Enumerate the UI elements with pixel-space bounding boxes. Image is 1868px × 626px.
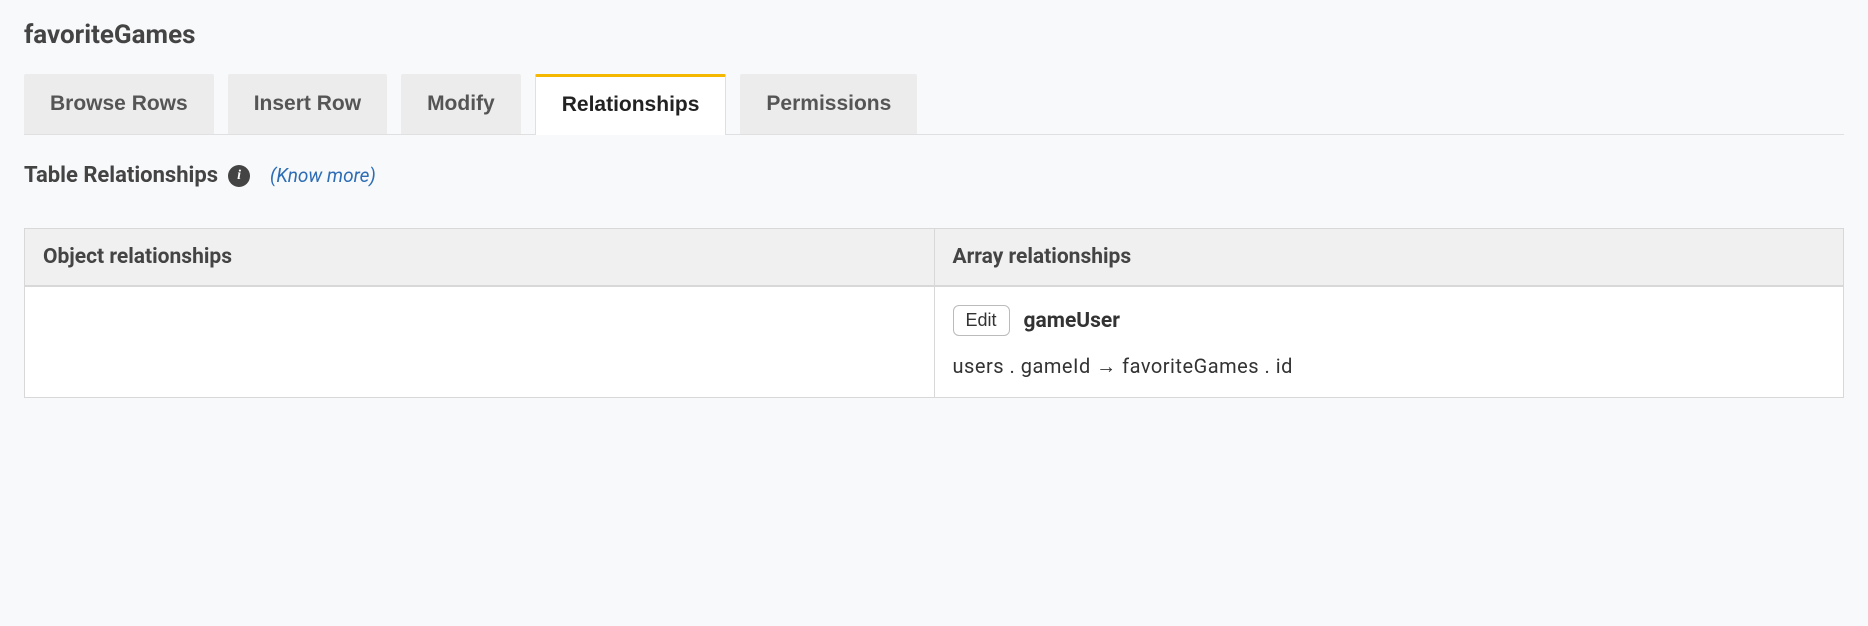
page-title: favoriteGames bbox=[24, 20, 1844, 50]
table-row: Edit gameUser users . gameId → favoriteG… bbox=[25, 286, 1844, 398]
relationship-mapping: users . gameId → favoriteGames . id bbox=[953, 354, 1826, 379]
array-relationships-cell: Edit gameUser users . gameId → favoriteG… bbox=[934, 286, 1844, 398]
tab-browse-rows[interactable]: Browse Rows bbox=[24, 74, 214, 134]
section-header: Table Relationships i (Know more) bbox=[24, 163, 1844, 188]
section-title: Table Relationships bbox=[24, 163, 218, 188]
relationship-name: gameUser bbox=[1024, 309, 1120, 333]
tab-relationships[interactable]: Relationships bbox=[535, 74, 727, 135]
tab-modify[interactable]: Modify bbox=[401, 74, 521, 134]
info-icon[interactable]: i bbox=[228, 165, 250, 187]
tab-permissions[interactable]: Permissions bbox=[740, 74, 917, 134]
object-relationships-cell bbox=[25, 286, 935, 398]
relationships-table: Object relationships Array relationships… bbox=[24, 228, 1844, 398]
column-object-relationships: Object relationships bbox=[25, 229, 935, 287]
edit-button[interactable]: Edit bbox=[953, 305, 1010, 336]
tabs: Browse Rows Insert Row Modify Relationsh… bbox=[24, 74, 1844, 135]
know-more-link[interactable]: (Know more) bbox=[270, 164, 376, 187]
column-array-relationships: Array relationships bbox=[934, 229, 1844, 287]
relationship-entry: Edit gameUser bbox=[953, 305, 1826, 336]
tab-insert-row[interactable]: Insert Row bbox=[228, 74, 387, 134]
